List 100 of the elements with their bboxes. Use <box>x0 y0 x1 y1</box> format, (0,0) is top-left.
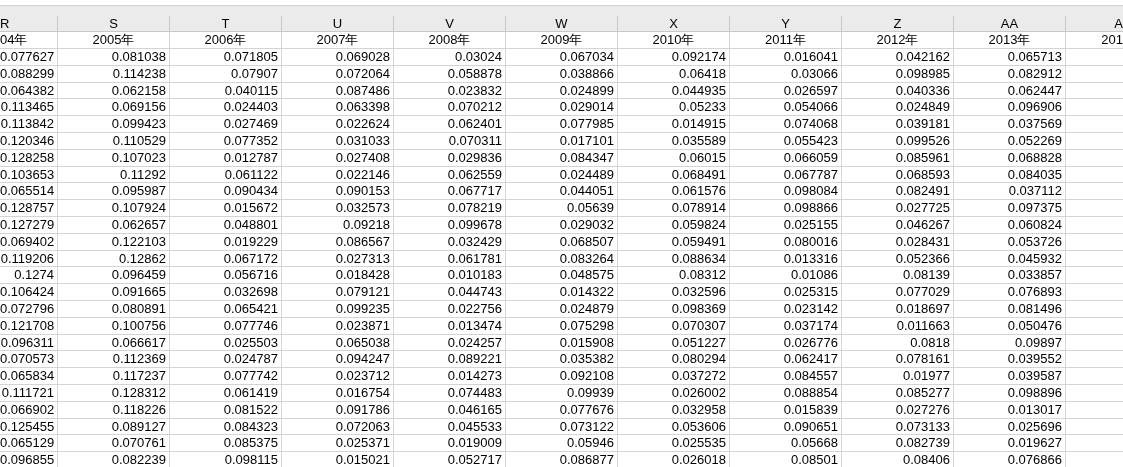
table-cell: 0.062559 <box>394 166 506 184</box>
table-cell: 0.023142 <box>730 300 842 318</box>
table-cell: 0.016041 <box>730 49 842 66</box>
table-cell: 0.084323 <box>170 418 282 436</box>
table-cell: 0.09897 <box>954 334 1066 352</box>
table-cell: 0.032698 <box>170 284 282 301</box>
table-cell: 0.086567 <box>282 233 394 251</box>
table-cell: 0.062401 <box>394 116 506 133</box>
table-cell: 0.070307 <box>618 317 730 335</box>
table-cell: 0.052717 <box>394 452 506 467</box>
table-cell: 0.114238 <box>58 65 170 83</box>
column-header[interactable]: A <box>1066 16 1123 32</box>
table-cell: 0.025535 <box>618 435 730 453</box>
table-cell: 0.085961 <box>842 149 954 167</box>
column-header[interactable]: W <box>506 16 618 32</box>
table-cell: 2008年 <box>394 32 506 49</box>
table-cell: 0.077742 <box>170 368 282 385</box>
table-cell: 0.068491 <box>618 166 730 184</box>
table-cell: 0.072063 <box>282 418 394 436</box>
table-cell: 2007年 <box>282 32 394 49</box>
table-cell: 0.027469 <box>170 116 282 133</box>
table-cell: 0.055423 <box>730 133 842 150</box>
table-cell: 0.029014 <box>506 99 618 117</box>
table-cell: 0.037569 <box>954 116 1066 133</box>
table-cell: 0.08312 <box>618 267 730 285</box>
table-cell: 0.081496 <box>954 300 1066 318</box>
table-cell: 0.011663 <box>842 317 954 335</box>
table-cell: 0.058878 <box>394 65 506 83</box>
table-cell: 2006年 <box>170 32 282 49</box>
table-cell: 0.090434 <box>170 183 282 201</box>
table-cell: 0.111721 <box>0 384 58 402</box>
table-cell: 0.069028 <box>282 49 394 66</box>
table-cell: 0.061122 <box>170 166 282 184</box>
table-cell: 0.088854 <box>730 384 842 402</box>
table-cell: 0.037112 <box>954 183 1066 201</box>
table-cell: 0.117237 <box>58 368 170 385</box>
table-cell: 0.11292 <box>58 166 170 184</box>
table-cell: 0.033857 <box>954 267 1066 285</box>
table-cell: 0.039587 <box>954 368 1066 385</box>
table-cell: 0.063398 <box>282 99 394 117</box>
table-cell: 0.044743 <box>394 284 506 301</box>
table-cell: 0.059491 <box>618 233 730 251</box>
table-cell: 0.035589 <box>618 133 730 150</box>
column-header[interactable]: AA <box>954 16 1066 32</box>
table-cell: 0.088634 <box>618 250 730 268</box>
table-cell: 0.085277 <box>842 384 954 402</box>
table-cell: 0.019229 <box>170 233 282 251</box>
table-cell: 0.077627 <box>0 49 58 66</box>
table-cell: 0.027276 <box>842 401 954 419</box>
column-header[interactable]: U <box>282 16 394 32</box>
column-header[interactable]: S <box>58 16 170 32</box>
column-header[interactable]: V <box>394 16 506 32</box>
table-cell: 0.045533 <box>394 418 506 436</box>
column-header[interactable]: R <box>0 16 58 32</box>
table-cell: 0.035382 <box>506 351 618 369</box>
table-cell: 0.096459 <box>58 267 170 285</box>
table-cell: 0.092174 <box>618 49 730 66</box>
table-cell: 0.077029 <box>842 284 954 301</box>
table-cell: 0.015021 <box>282 452 394 467</box>
table-cell: 0.03066 <box>730 65 842 83</box>
table-cell: 0.023712 <box>282 368 394 385</box>
table-cell: 0.044935 <box>618 82 730 100</box>
table-cell: 0.025155 <box>730 216 842 234</box>
table-cell: 0.062447 <box>954 82 1066 100</box>
column-header[interactable]: Y <box>730 16 842 32</box>
table-cell: 0.084035 <box>954 166 1066 184</box>
table-cell: 0.070311 <box>394 133 506 150</box>
table-cell: 0.1274 <box>0 267 58 285</box>
table-cell: 0.096855 <box>0 452 58 467</box>
table-cell: 0.03024 <box>394 49 506 66</box>
table-cell: 0.12862 <box>58 250 170 268</box>
table-cell: 0.018697 <box>842 300 954 318</box>
table-cell: 0.032958 <box>618 401 730 419</box>
column-header[interactable]: T <box>170 16 282 32</box>
table-cell: 2010年 <box>618 32 730 49</box>
table-cell: 0.040336 <box>842 82 954 100</box>
table-cell: 0.086877 <box>506 452 618 467</box>
column-header[interactable]: Z <box>842 16 954 32</box>
table-cell: 0.096311 <box>0 334 58 352</box>
table-cell: 0.084347 <box>506 149 618 167</box>
table-cell: 0.051227 <box>618 334 730 352</box>
table-cell: 0.082491 <box>842 183 954 201</box>
table-cell: 0.084557 <box>730 368 842 385</box>
table-cell: 0.078914 <box>618 200 730 217</box>
table-cell: 0.027408 <box>282 149 394 167</box>
table-cell: 0.023832 <box>394 82 506 100</box>
table-cell: 0.022624 <box>282 116 394 133</box>
column-header[interactable]: X <box>618 16 730 32</box>
table-cell: 0.066902 <box>0 401 58 419</box>
table-cell: 0.054066 <box>730 99 842 117</box>
table-cell: 0.076893 <box>954 284 1066 301</box>
table-cell: 0.091665 <box>58 284 170 301</box>
table-cell: 0.060824 <box>954 216 1066 234</box>
table-cell: 0.052366 <box>842 250 954 268</box>
table-cell: 0.070212 <box>394 99 506 117</box>
table-cell: 0.014915 <box>618 116 730 133</box>
table-cell: 0.026018 <box>618 452 730 467</box>
table-cell: 0.040115 <box>170 82 282 100</box>
table-cell: 0.074483 <box>394 384 506 402</box>
table-cell: 0.098866 <box>730 200 842 217</box>
